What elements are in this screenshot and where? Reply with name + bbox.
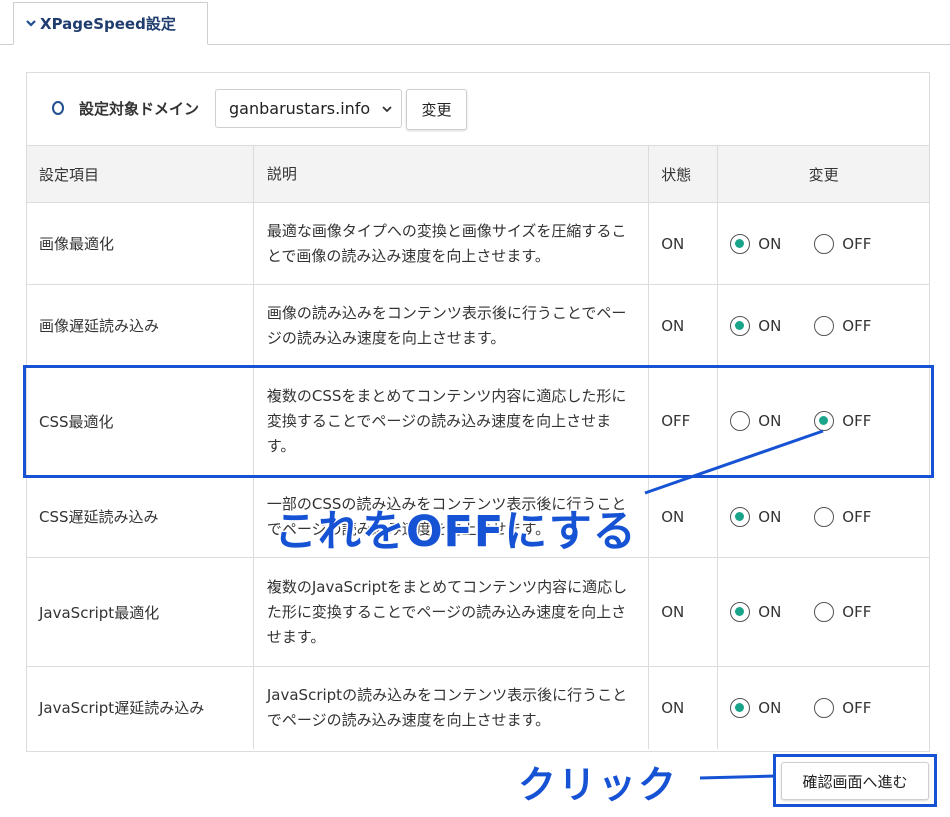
- tab-bar: XPageSpeed設定: [0, 0, 950, 45]
- radio-on-label: ON: [758, 316, 782, 335]
- chevron-down-icon: [382, 106, 392, 113]
- table-row: JavaScript最適化 複数のJavaScriptをまとめてコンテンツ内容に適…: [27, 557, 929, 667]
- radio-circle-icon: [814, 506, 835, 527]
- radio-on-label: ON: [758, 603, 782, 621]
- click-callout-text: クリック: [518, 763, 679, 807]
- row-status: ON: [648, 666, 719, 749]
- row-description: JavaScriptの読み込みをコンテンツ表示後に行うことでページの読み込み速度…: [253, 666, 650, 749]
- domain-row: 設定対象ドメイン ganbarustars.info 変更: [27, 73, 929, 146]
- domain-bullet-icon: [52, 101, 64, 115]
- radio-group: ON OFF: [718, 315, 929, 336]
- radio-on-label: ON: [758, 234, 782, 253]
- row-toggle: ON OFF: [717, 557, 929, 667]
- radio-on[interactable]: ON: [730, 602, 781, 622]
- radio-group: ON OFF: [718, 602, 929, 622]
- radio-on[interactable]: ON: [730, 506, 782, 527]
- table-row: JavaScript遅延読み込み JavaScriptの読み込みをコンテンツ表示後…: [27, 666, 929, 749]
- row-description: 最適な画像タイプへの変換と画像サイズを圧縮することで画像の読み込み速度を向上させ…: [253, 202, 650, 285]
- row-toggle: ON OFF: [717, 202, 929, 285]
- highlight-box-css-optimize: [23, 365, 934, 478]
- row-status: ON: [648, 557, 719, 667]
- radio-off[interactable]: OFF: [814, 315, 872, 336]
- radio-circle-icon: [730, 315, 751, 336]
- radio-off[interactable]: OFF: [814, 506, 872, 527]
- domain-change-button[interactable]: 変更: [406, 89, 467, 130]
- radio-circle-icon: [814, 697, 835, 718]
- domain-select[interactable]: ganbarustars.info: [215, 89, 402, 128]
- radio-circle-icon: [814, 233, 835, 254]
- header-description: 説明: [253, 145, 650, 203]
- radio-off[interactable]: OFF: [814, 233, 872, 254]
- radio-off[interactable]: OFF: [814, 697, 872, 718]
- row-description: 画像の読み込みをコンテンツ表示後に行うことでページの読み込み速度を向上させます。: [253, 284, 650, 367]
- row-item: JavaScript遅延読み込み: [27, 666, 254, 749]
- chevron-down-icon: [26, 20, 36, 27]
- click-callout-line: [699, 774, 777, 780]
- radio-on-label: ON: [758, 507, 782, 526]
- confirm-highlight: 確認画面へ進む: [773, 754, 937, 807]
- radio-off[interactable]: OFF: [814, 602, 871, 622]
- table-row: 画像遅延読み込み 画像の読み込みをコンテンツ表示後に行うことでページの読み込み速度…: [27, 284, 929, 367]
- row-status: ON: [648, 475, 719, 558]
- table-row: 画像最適化 最適な画像タイプへの変換と画像サイズを圧縮することで画像の読み込み速度…: [27, 202, 929, 285]
- row-toggle: ON OFF: [717, 475, 929, 558]
- radio-circle-icon: [730, 233, 751, 254]
- table-header-row: 設定項目 説明 状態 変更: [27, 145, 929, 203]
- radio-off-label: OFF: [842, 316, 872, 335]
- radio-on[interactable]: ON: [730, 697, 782, 718]
- radio-off-label: OFF: [842, 507, 872, 526]
- radio-circle-icon: [730, 697, 751, 718]
- radio-off-label: OFF: [842, 698, 872, 717]
- tab-xpagespeed[interactable]: XPageSpeed設定: [13, 2, 208, 45]
- row-status: ON: [648, 202, 719, 285]
- header-item: 設定項目: [27, 145, 254, 203]
- row-item: CSS遅延読み込み: [27, 475, 254, 558]
- radio-circle-icon: [730, 506, 751, 527]
- radio-group: ON OFF: [718, 233, 929, 254]
- off-callout-text: これをOFFにする: [273, 506, 638, 559]
- row-item: JavaScript最適化: [27, 557, 254, 667]
- tab-label: XPageSpeed設定: [40, 15, 176, 33]
- row-description: 複数のJavaScriptをまとめてコンテンツ内容に適応した形に変換することでペ…: [253, 557, 650, 667]
- radio-circle-icon: [730, 602, 751, 622]
- domain-label: 設定対象ドメイン: [79, 100, 200, 118]
- confirm-button[interactable]: 確認画面へ進む: [781, 762, 929, 800]
- domain-select-value: ganbarustars.info: [229, 99, 371, 118]
- row-item: 画像最適化: [27, 202, 254, 285]
- header-status: 状態: [648, 145, 719, 203]
- radio-on[interactable]: ON: [730, 233, 782, 254]
- radio-group: ON OFF: [718, 506, 929, 527]
- radio-on[interactable]: ON: [730, 315, 782, 336]
- radio-off-label: OFF: [842, 603, 872, 621]
- header-change: 変更: [717, 145, 929, 203]
- row-toggle: ON OFF: [717, 666, 929, 749]
- radio-circle-icon: [814, 315, 835, 336]
- row-status: ON: [648, 284, 719, 367]
- radio-off-label: OFF: [842, 234, 872, 253]
- row-toggle: ON OFF: [717, 284, 929, 367]
- row-item: 画像遅延読み込み: [27, 284, 254, 367]
- radio-group: ON OFF: [718, 697, 929, 718]
- radio-circle-icon: [814, 602, 835, 622]
- radio-on-label: ON: [758, 698, 782, 717]
